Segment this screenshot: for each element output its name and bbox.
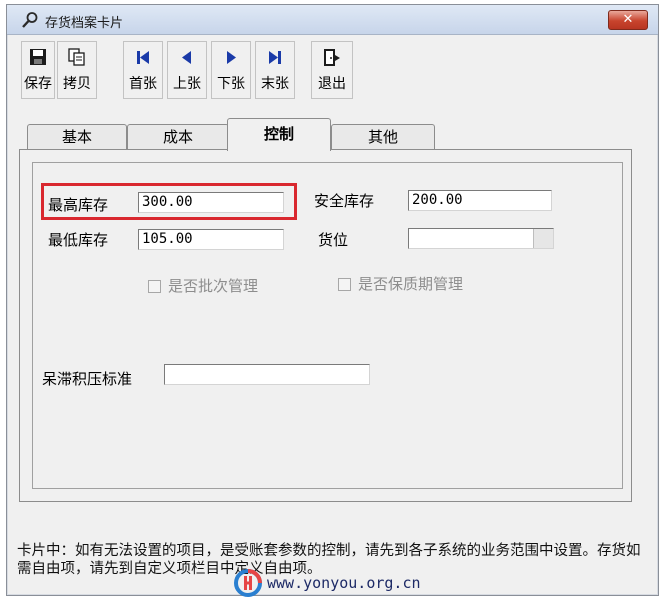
previous-record-icon (182, 51, 191, 64)
next-record-label: 下张 (217, 76, 245, 92)
first-record-icon (137, 51, 149, 64)
copy-icon (68, 48, 85, 66)
safety-stock-input[interactable]: 200.00 (408, 190, 552, 211)
min-stock-label: 最低库存 (48, 231, 109, 249)
yonyou-logo-icon (234, 569, 262, 597)
last-record-icon (269, 51, 281, 64)
title-bar[interactable]: 存货档案卡片 ✕ (7, 5, 658, 35)
previous-record-button[interactable]: 上张 (167, 41, 207, 99)
first-record-button[interactable]: 首张 (123, 41, 163, 99)
highlight-box (41, 183, 297, 220)
tab-cost[interactable]: 成本 (127, 124, 229, 150)
window-title: 存货档案卡片 (45, 16, 124, 31)
tab-other[interactable]: 其他 (331, 124, 435, 150)
tab-control[interactable]: 控制 (227, 118, 331, 151)
stagnant-standard-input[interactable] (164, 364, 370, 385)
shelf-life-checkbox[interactable]: 是否保质期管理 (338, 273, 463, 294)
watermark-url: www.yonyou.org.cn (267, 574, 421, 592)
close-button[interactable]: ✕ (608, 10, 648, 30)
copy-button[interactable]: 拷贝 (57, 41, 97, 99)
safety-stock-label: 安全库存 (314, 192, 375, 210)
floppy-disk-icon (30, 49, 46, 65)
first-record-label: 首张 (129, 76, 157, 92)
card-window: 存货档案卡片 ✕ 保存 拷贝 首张 上张 下张 末张 退出 基本 成本 控制 其… (6, 4, 659, 598)
save-button[interactable]: 保存 (21, 41, 55, 99)
magnifier-icon (22, 12, 38, 28)
tab-basic[interactable]: 基本 (27, 124, 127, 150)
save-label: 保存 (24, 76, 52, 92)
batch-management-checkbox[interactable]: 是否批次管理 (148, 275, 258, 296)
exit-label: 退出 (318, 76, 346, 92)
tab-strip: 基本 成本 控制 其他 (19, 118, 646, 151)
stagnant-standard-label: 呆滞积压标准 (42, 370, 133, 388)
last-record-button[interactable]: 末张 (255, 41, 295, 99)
previous-record-label: 上张 (173, 76, 201, 92)
exit-door-icon (324, 49, 340, 66)
copy-label: 拷贝 (63, 76, 91, 92)
location-dropdown-button[interactable] (533, 229, 553, 248)
location-combo[interactable] (408, 228, 554, 249)
toolbar: 保存 拷贝 首张 上张 下张 末张 退出 (17, 41, 648, 101)
batch-management-box[interactable] (148, 280, 161, 293)
shelf-life-label: 是否保质期管理 (358, 275, 464, 293)
exit-button[interactable]: 退出 (311, 41, 353, 99)
min-stock-input[interactable]: 105.00 (138, 229, 284, 250)
watermark: www.yonyou.org.cn (233, 568, 421, 598)
next-record-button[interactable]: 下张 (211, 41, 251, 99)
last-record-label: 末张 (261, 76, 289, 92)
batch-management-label: 是否批次管理 (168, 277, 259, 295)
next-record-icon (227, 51, 236, 64)
location-label: 货位 (318, 231, 349, 249)
shelf-life-box[interactable] (338, 278, 351, 291)
